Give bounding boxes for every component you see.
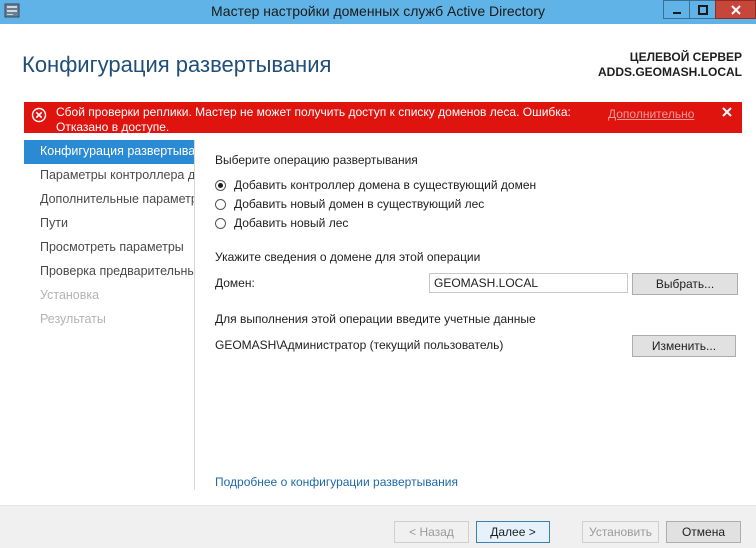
option-label: Добавить новый лес: [234, 216, 349, 230]
radio-button[interactable]: [215, 179, 226, 191]
nav-item-review-options[interactable]: Просмотреть параметры: [24, 236, 194, 260]
nav-item-paths[interactable]: Пути: [24, 212, 194, 236]
error-icon: [31, 107, 47, 123]
learn-more-link[interactable]: Подробнее о конфигурации развертывания: [215, 475, 458, 489]
error-message: Сбой проверки реплики. Мастер не может п…: [56, 105, 571, 133]
select-domain-button[interactable]: Выбрать...: [632, 273, 738, 295]
window-title: Мастер настройки доменных служб Active D…: [210, 3, 546, 19]
page-title: Конфигурация развертывания: [22, 52, 332, 77]
option-add-new-forest[interactable]: Добавить новый лес: [215, 216, 348, 230]
minimize-icon: [672, 11, 681, 14]
nav-item-additional-options[interactable]: Дополнительные параметры: [24, 188, 194, 212]
option-label: Добавить новый домен в существующий лес: [234, 197, 485, 211]
option-add-dc-existing-domain[interactable]: Добавить контроллер домена в существующи…: [215, 178, 536, 192]
domain-label: Домен:: [215, 276, 255, 290]
operation-heading: Выберите операцию развертывания: [215, 153, 418, 167]
back-button[interactable]: < Назад: [394, 521, 469, 543]
maximize-button[interactable]: [689, 0, 716, 19]
wizard-nav: Конфигурация развертывания Параметры кон…: [24, 140, 194, 332]
option-label: Добавить контроллер домена в существующи…: [234, 178, 537, 192]
nav-item-prerequisites-check[interactable]: Проверка предварительных требований: [24, 260, 194, 284]
close-window-button[interactable]: [715, 0, 756, 19]
change-credentials-button[interactable]: Изменить...: [632, 335, 736, 357]
target-server-info: ЦЕЛЕВОЙ СЕРВЕР ADDS.GEOMASH.LOCAL: [598, 50, 742, 80]
domain-input[interactable]: [429, 273, 628, 293]
maximize-icon: [697, 4, 708, 15]
close-icon: [730, 4, 741, 15]
radio-button[interactable]: [215, 198, 226, 210]
credentials-value: GEOMASH\Администратор (текущий пользоват…: [215, 338, 504, 352]
dismiss-error-icon[interactable]: [721, 106, 733, 118]
error-banner: Сбой проверки реплики. Мастер не может п…: [24, 102, 742, 133]
nav-item-results: Результаты: [40, 312, 106, 326]
target-server-name: ADDS.GEOMASH.LOCAL: [598, 65, 742, 79]
target-server-label: ЦЕЛЕВОЙ СЕРВЕР: [629, 50, 742, 64]
error-details-link[interactable]: Дополнительно: [608, 107, 694, 121]
nav-item-dc-options[interactable]: Параметры контроллера домена: [24, 164, 194, 188]
minimize-button[interactable]: [663, 0, 690, 19]
nav-item-installation: Установка: [40, 288, 100, 302]
nav-divider: [194, 140, 195, 490]
domain-section-label: Укажите сведения о домене для этой опера…: [215, 250, 481, 264]
option-add-domain-existing-forest[interactable]: Добавить новый домен в существующий лес: [215, 197, 484, 211]
radio-button[interactable]: [215, 217, 226, 229]
next-button[interactable]: Далее >: [476, 521, 550, 543]
nav-item-deployment-config[interactable]: Конфигурация развертывания: [24, 140, 194, 164]
title-bar[interactable]: Мастер настройки доменных служб Active D…: [0, 0, 756, 24]
cancel-button[interactable]: Отмена: [666, 521, 741, 543]
credentials-label: Для выполнения этой операции введите уче…: [215, 312, 536, 326]
install-button[interactable]: Установить: [582, 521, 659, 543]
